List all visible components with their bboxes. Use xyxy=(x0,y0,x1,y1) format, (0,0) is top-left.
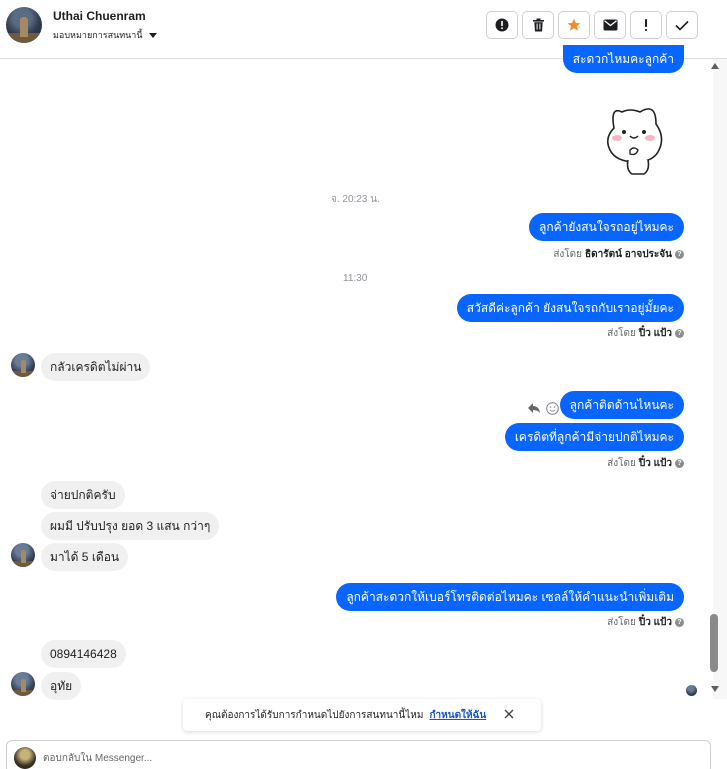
incoming-message[interactable]: ผมมี ปรับปรุง ยอด 3 แสน กว่าๆ xyxy=(41,512,220,540)
timestamp-separator: 11:30 xyxy=(343,273,368,284)
outgoing-message[interactable]: ลูกค้าติดด้านไหนคะ xyxy=(559,391,684,419)
banner-text: คุณต้องการได้รับการกำหนดไปยังการสนทนานี้… xyxy=(205,709,424,721)
assign-dropdown[interactable]: มอบหมายการสนทนานี้ xyxy=(53,28,157,42)
outgoing-message[interactable]: ลูกค้ายังสนใจรถอยู่ไหมคะ xyxy=(529,213,684,241)
incoming-message[interactable]: อุทัย xyxy=(41,672,82,700)
page-avatar xyxy=(14,747,36,769)
sent-by-label: ส่งโดย ธิดารัตน์ อาจประจัน ? xyxy=(553,247,684,262)
caret-down-icon xyxy=(148,32,157,38)
trash-icon xyxy=(532,18,544,32)
mark-done-button[interactable] xyxy=(666,11,698,39)
star-button[interactable] xyxy=(558,11,590,39)
sender-name: ปิ๋ว แป้ว xyxy=(638,458,672,469)
outgoing-message[interactable]: เครดิตที่ลูกค้ามีจ่ายปกติไหมคะ xyxy=(504,423,684,451)
delete-button[interactable] xyxy=(522,11,554,39)
reply-icon[interactable] xyxy=(527,402,541,414)
contact-avatar[interactable] xyxy=(11,543,35,567)
mark-unread-button[interactable] xyxy=(594,11,626,39)
react-smile-icon[interactable] xyxy=(546,402,559,415)
reply-input[interactable] xyxy=(43,749,643,767)
incoming-message[interactable]: กลัวเครดิตไม่ผ่าน xyxy=(41,353,151,381)
sent-by-label: ส่งโดย ปิ๋ว แป้ว ? xyxy=(607,326,684,341)
scroll-up-icon[interactable] xyxy=(711,63,719,69)
outgoing-message[interactable]: ลูกค้าสะดวกให้เบอร์โทรติดต่อไหมคะ เซลล์ใ… xyxy=(336,583,684,611)
incoming-message[interactable]: มาได้ 5 เดือน xyxy=(41,543,129,571)
sender-name: ปิ๋ว แป้ว xyxy=(638,617,672,628)
sent-by-label: ส่งโดย ปิ๋ว แป้ว ? xyxy=(607,456,684,471)
contact-name[interactable]: Uthai Chuenram xyxy=(53,9,146,23)
exclamation-icon xyxy=(645,19,647,31)
close-icon[interactable] xyxy=(503,708,515,720)
help-icon[interactable]: ? xyxy=(675,329,684,338)
assign-to-me-link[interactable]: กำหนดให้ฉัน xyxy=(429,708,486,723)
check-icon xyxy=(675,20,689,31)
outgoing-message[interactable]: สวัสดีค่ะลูกค้า ยังสนใจรถกับเราอยู่มั้ยค… xyxy=(456,294,684,322)
contact-avatar[interactable] xyxy=(6,7,42,43)
alert-icon xyxy=(495,18,509,32)
help-icon[interactable]: ? xyxy=(675,250,684,259)
sent-by-label: ส่งโดย ปิ๋ว แป้ว ? xyxy=(607,615,684,630)
seen-indicator-avatar xyxy=(686,685,697,696)
contact-avatar[interactable] xyxy=(11,672,35,696)
mail-icon xyxy=(603,19,617,31)
sender-name: ปิ๋ว แป้ว xyxy=(638,328,672,339)
contact-avatar[interactable] xyxy=(11,353,35,377)
follow-up-button[interactable] xyxy=(630,11,662,39)
scrollbar-track[interactable] xyxy=(713,59,727,699)
scrollbar-thumb[interactable] xyxy=(710,614,718,672)
help-icon[interactable]: ? xyxy=(675,459,684,468)
incoming-message[interactable]: จ่ายปกติครับ xyxy=(41,481,125,509)
outgoing-message[interactable]: สะดวกไหมคะลูกค้า xyxy=(562,45,684,73)
star-icon xyxy=(567,18,581,31)
help-icon[interactable]: ? xyxy=(675,618,684,627)
cat-sticker-image[interactable] xyxy=(600,98,672,178)
scroll-down-icon[interactable] xyxy=(711,686,719,692)
mark-spam-button[interactable] xyxy=(486,11,518,39)
reply-composer xyxy=(6,740,711,769)
sender-name: ธิดารัตน์ อาจประจัน xyxy=(585,249,672,260)
timestamp-separator: จ. 20:23 น. xyxy=(331,194,380,205)
incoming-message[interactable]: 0894146428 xyxy=(41,640,126,668)
assign-banner: คุณต้องการได้รับการกำหนดไปยังการสนทนานี้… xyxy=(183,699,541,731)
assign-label: มอบหมายการสนทนานี้ xyxy=(53,30,143,40)
